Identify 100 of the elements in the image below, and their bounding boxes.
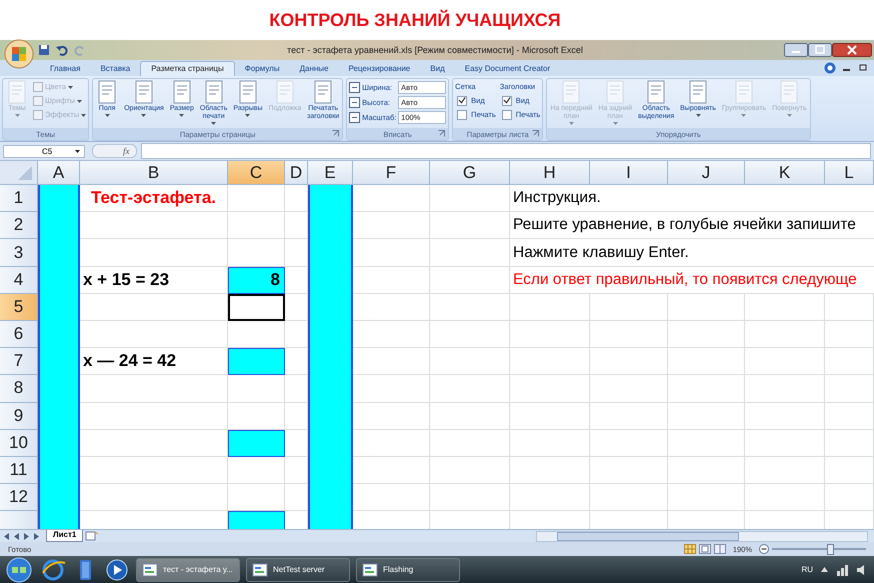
column-header[interactable]: K: [745, 161, 825, 186]
row-header[interactable]: 4: [0, 266, 38, 294]
dropdown-icon[interactable]: [75, 150, 80, 153]
row-header[interactable]: 3: [0, 239, 38, 267]
checkbox[interactable]: [502, 110, 512, 120]
function-button[interactable]: fx: [92, 144, 136, 158]
row-header[interactable]: 10: [0, 430, 38, 457]
square-icon: [33, 96, 43, 106]
ribbon-tab[interactable]: Вставка: [90, 62, 140, 76]
row-header[interactable]: 9: [0, 402, 38, 430]
redo-icon[interactable]: [74, 44, 86, 56]
column-header[interactable]: F: [353, 161, 430, 186]
window-title: тест - эстафета уравнений.xls [Режим совместимости] - Microsoft Excel: [286, 45, 584, 55]
column-header[interactable]: I: [590, 161, 668, 186]
square-icon: [33, 82, 43, 92]
browser-icon[interactable]: [40, 556, 66, 583]
answer-cell[interactable]: [228, 430, 285, 457]
table-cell[interactable]: Тест-эстафета.: [80, 185, 228, 212]
page-icon: [560, 80, 582, 104]
ribbon-tab[interactable]: Easy Document Creator: [454, 62, 560, 76]
ribbon-tab[interactable]: Главная: [40, 62, 90, 76]
page-icon: [170, 80, 193, 104]
column-header[interactable]: A: [38, 161, 80, 186]
answer-cell[interactable]: 8: [228, 266, 285, 294]
restore-icon[interactable]: [858, 62, 868, 73]
launcher-icon[interactable]: [332, 130, 340, 138]
table-cell[interactable]: Нажмите клавишу Enter.: [510, 239, 874, 267]
ribbon-tab[interactable]: Рецензирование: [338, 62, 420, 76]
checkbox[interactable]: [457, 110, 468, 120]
row-header[interactable]: 7: [0, 348, 38, 376]
media-player-icon[interactable]: [104, 556, 130, 583]
new-sheet-icon[interactable]: [85, 531, 100, 542]
launcher-icon[interactable]: [532, 130, 540, 138]
column-header[interactable]: D: [285, 161, 308, 186]
ribbon-tab[interactable]: Формулы: [234, 62, 290, 76]
row-header[interactable]: 2: [0, 212, 38, 240]
row-header[interactable]: 12: [0, 484, 38, 512]
help-icon[interactable]: [824, 62, 836, 74]
table-cell[interactable]: [308, 185, 353, 212]
table-cell[interactable]: [38, 185, 80, 212]
column-header[interactable]: G: [430, 161, 510, 186]
show-hidden-icon[interactable]: [821, 567, 828, 572]
scrollbar[interactable]: [536, 530, 868, 542]
taskbar-button[interactable]: Flashing: [356, 558, 460, 582]
minimize-icon[interactable]: [784, 43, 808, 57]
normal-view-icon[interactable]: [684, 544, 696, 554]
taskbar-button[interactable]: тест - эстафета у...: [136, 558, 240, 582]
language-indicator[interactable]: RU: [801, 565, 813, 574]
save-icon[interactable]: [38, 44, 50, 56]
name-box[interactable]: C5: [3, 144, 85, 158]
undo-icon[interactable]: [56, 44, 68, 56]
row-header[interactable]: 6: [0, 320, 38, 348]
window-icon: [142, 562, 158, 578]
page-icon: [778, 80, 800, 104]
row-header[interactable]: 8: [0, 375, 38, 403]
column-header[interactable]: L: [825, 161, 874, 186]
column-header[interactable]: J: [668, 161, 745, 186]
page-icon: [312, 80, 334, 104]
page-icon: [604, 80, 626, 104]
checkbox[interactable]: [457, 96, 468, 106]
resize-icon: [349, 96, 360, 108]
taskbar-button[interactable]: NetTest server: [246, 558, 350, 582]
column-header[interactable]: B: [80, 161, 228, 186]
resize-icon: [349, 112, 360, 123]
page-icon: [687, 80, 709, 104]
table-cell[interactable]: Решите уравнение, в голубые ячейки запишите: [510, 212, 874, 240]
zoom-out-icon[interactable]: [759, 544, 769, 554]
active-cell[interactable]: [228, 294, 285, 321]
window-icon: [252, 562, 268, 578]
page-icon: [132, 80, 155, 104]
checkbox[interactable]: [502, 96, 512, 106]
launcher-icon[interactable]: [438, 130, 446, 138]
window-icon: [362, 562, 378, 578]
page-icon: [96, 80, 118, 104]
page-icon: [202, 80, 225, 104]
square-icon: [33, 110, 43, 120]
column-header[interactable]: E: [308, 161, 353, 186]
maximize-icon[interactable]: [808, 43, 832, 57]
ribbon-tab[interactable]: Данные: [290, 62, 338, 76]
row-header[interactable]: 11: [0, 456, 38, 484]
table-cell[interactable]: Инструкция.: [510, 185, 874, 212]
network-icon[interactable]: [836, 564, 848, 576]
formula-input[interactable]: [140, 143, 871, 160]
answer-cell[interactable]: [228, 348, 285, 376]
page-break-icon[interactable]: [714, 544, 726, 554]
table-cell[interactable]: Если ответ правильный, то появится следующе: [510, 266, 874, 294]
start-button[interactable]: [4, 556, 34, 583]
column-header[interactable]: C: [228, 161, 285, 186]
row-header[interactable]: 1: [0, 185, 38, 212]
page-icon: [645, 80, 668, 104]
page-icon: [6, 80, 28, 104]
row-header[interactable]: 5: [0, 294, 38, 321]
page-icon: [236, 80, 259, 104]
column-header[interactable]: H: [510, 161, 590, 186]
page-layout-icon[interactable]: [698, 544, 711, 554]
close-icon[interactable]: [832, 43, 872, 57]
ribbon-tab[interactable]: Разметка страницы: [140, 60, 235, 76]
page-icon: [732, 80, 755, 104]
ribbon-tab[interactable]: Вид: [420, 62, 455, 76]
sheet-tab[interactable]: Лист1: [46, 530, 84, 542]
